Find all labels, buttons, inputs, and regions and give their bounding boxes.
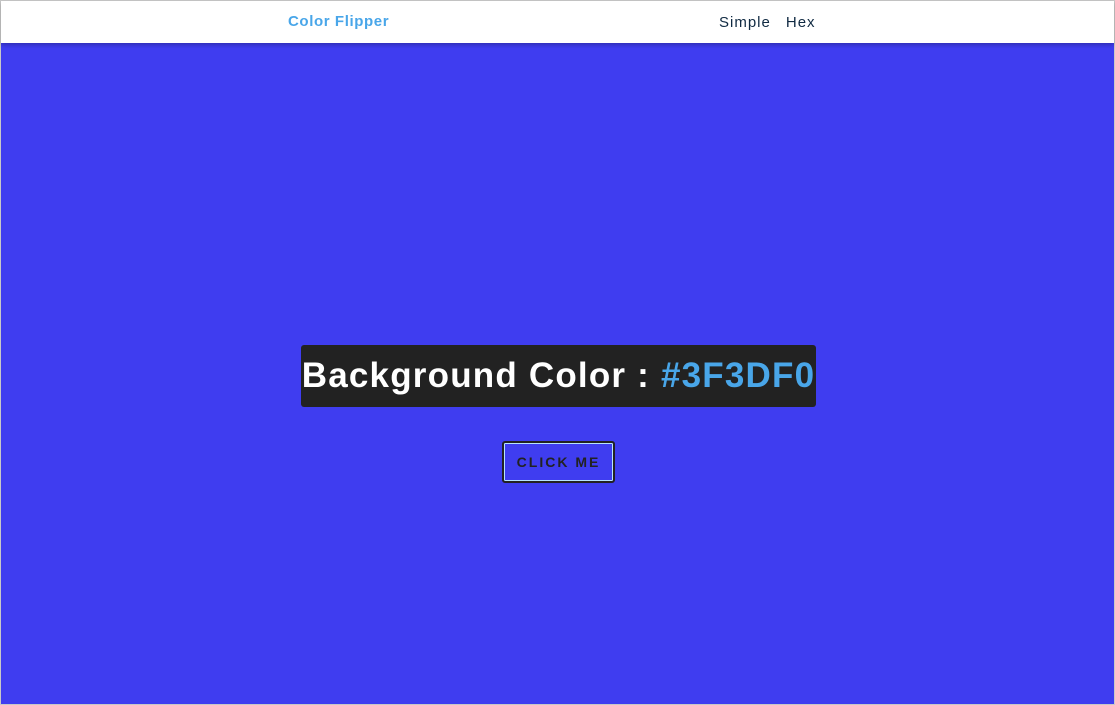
nav-item-simple: Simple bbox=[719, 14, 771, 32]
main-color-area: Background Color : #3F3DF0 CLICK ME bbox=[1, 43, 1114, 704]
nav-link-simple[interactable]: Simple bbox=[719, 14, 771, 31]
color-value: #3F3DF0 bbox=[660, 356, 816, 395]
nav-item-hex: Hex bbox=[786, 14, 816, 32]
nav-links: Simple Hex bbox=[719, 14, 816, 32]
top-navbar: Color Flipper Simple Hex bbox=[1, 1, 1114, 43]
click-me-button[interactable]: CLICK ME bbox=[502, 441, 615, 483]
color-heading-label: Background Color : bbox=[301, 356, 661, 395]
color-heading: Background Color : #3F3DF0 bbox=[302, 356, 816, 396]
color-display-box: Background Color : #3F3DF0 bbox=[301, 345, 816, 407]
brand-logo-link[interactable]: Color Flipper bbox=[288, 13, 389, 30]
nav-link-hex[interactable]: Hex bbox=[786, 14, 816, 31]
